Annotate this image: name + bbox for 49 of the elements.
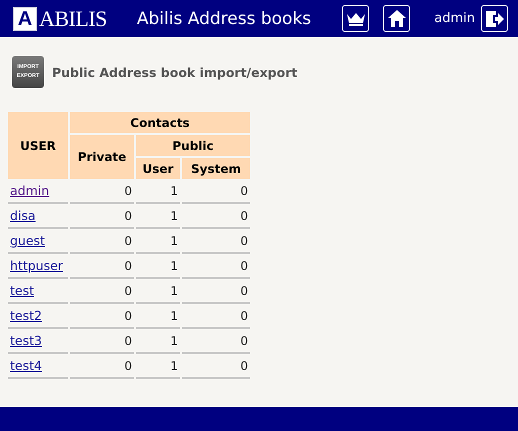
column-header: Contacts [70, 110, 250, 133]
user-link[interactable]: test4 [10, 358, 42, 373]
table-cell: 0 [182, 329, 250, 354]
table-cell: 1 [136, 179, 180, 204]
user-link[interactable]: disa [10, 208, 36, 223]
table-cell: 0 [182, 204, 250, 229]
column-header: USER [8, 110, 68, 179]
app-title: Abilis Address books [136, 8, 312, 28]
column-header: Private [70, 133, 134, 179]
user-link[interactable]: admin [10, 183, 50, 198]
home-button[interactable] [383, 5, 410, 32]
logout-button[interactable] [481, 5, 508, 32]
table-cell: 1 [136, 204, 180, 229]
table-cell: 0 [70, 254, 134, 279]
table-cell: 0 [182, 304, 250, 329]
table-cell: 0 [70, 354, 134, 379]
column-header: Public [136, 133, 250, 156]
section-title: Public Address book import/export [52, 64, 298, 80]
user-link[interactable]: test [10, 283, 34, 298]
table-cell: 0 [182, 254, 250, 279]
crown-icon [346, 12, 366, 26]
table-cell: 1 [136, 229, 180, 254]
table-cell: 0 [182, 179, 250, 204]
table-cell: 0 [182, 229, 250, 254]
table-cell: 1 [136, 254, 180, 279]
table-cell: 0 [70, 204, 134, 229]
column-header: System [182, 156, 250, 179]
home-icon [388, 10, 406, 27]
logo-letter: A [13, 6, 37, 30]
user-link[interactable]: test3 [10, 333, 42, 348]
column-header: User [136, 156, 180, 179]
table-cell: 0 [182, 279, 250, 304]
user-link[interactable]: test2 [10, 308, 42, 323]
table-cell: 1 [136, 304, 180, 329]
username: admin [434, 11, 475, 26]
table-cell: 0 [70, 304, 134, 329]
table-cell: 1 [136, 329, 180, 354]
crown-button[interactable] [342, 5, 370, 32]
logo-text: ABILIS [39, 6, 107, 32]
table-cell: 0 [70, 279, 134, 304]
table-cell: 0 [70, 179, 134, 204]
user-link[interactable]: guest [10, 233, 45, 248]
table-cell: 1 [136, 354, 180, 379]
table-cell: 0 [70, 229, 134, 254]
table-cell: 0 [70, 329, 134, 354]
table-cell: 0 [182, 354, 250, 379]
logout-icon [486, 10, 504, 26]
table-cell: 1 [136, 279, 180, 304]
user-link[interactable]: httpuser [10, 258, 63, 273]
